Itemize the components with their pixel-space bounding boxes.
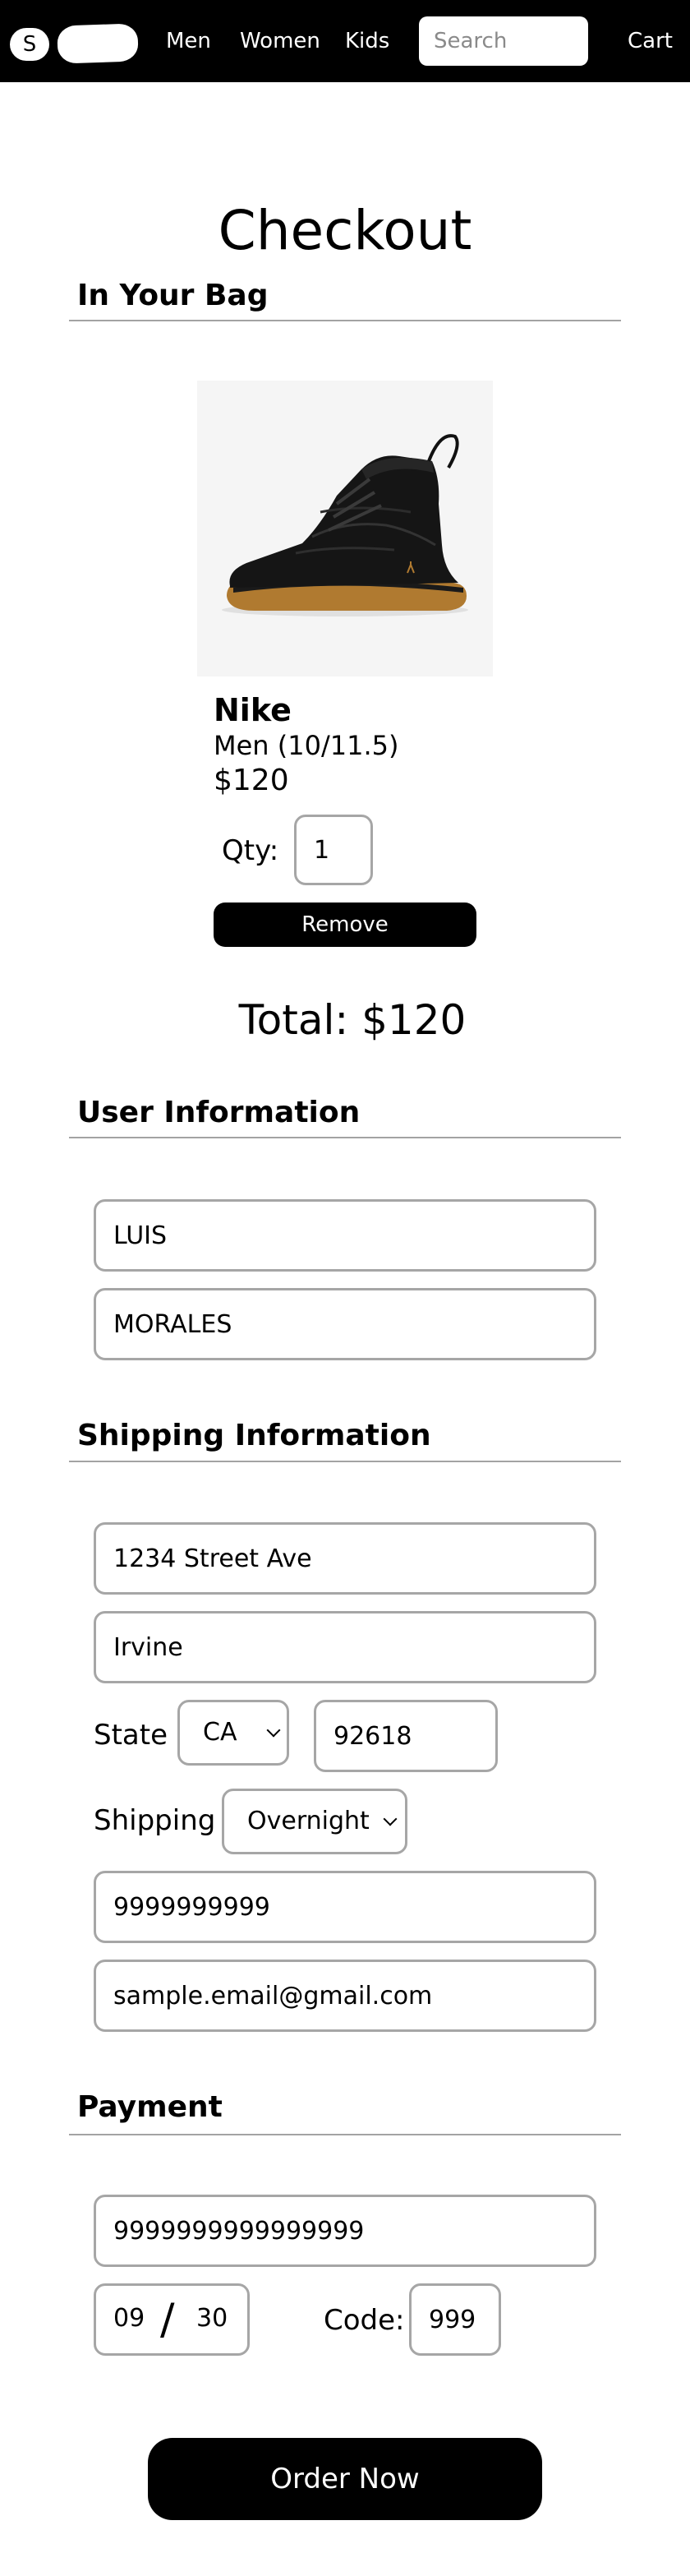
security-code-field[interactable] xyxy=(409,2283,501,2356)
cart-link[interactable]: Cart xyxy=(628,26,673,56)
state-label: State xyxy=(94,1719,168,1752)
nav-link-women[interactable]: Women xyxy=(240,26,320,56)
phone-field[interactable] xyxy=(94,1871,596,1943)
card-number-field[interactable] xyxy=(94,2195,596,2267)
remove-button[interactable]: Remove xyxy=(214,903,476,947)
shipping-info-heading: Shipping Information xyxy=(77,1419,431,1452)
logo-badge[interactable]: S xyxy=(10,28,49,61)
city-field[interactable] xyxy=(94,1611,596,1683)
nav-link-kids[interactable]: Kids xyxy=(345,26,389,56)
product-price: $120 xyxy=(214,764,289,797)
exp-year-field[interactable]: 30 xyxy=(196,2302,228,2335)
payment-divider xyxy=(69,2134,621,2135)
page-title: Checkout xyxy=(218,199,472,262)
qty-label: Qty: xyxy=(222,834,279,867)
logo-swoosh-icon[interactable] xyxy=(57,23,139,64)
bag-divider xyxy=(69,320,621,321)
user-info-heading: User Information xyxy=(77,1096,361,1129)
order-total: Total: $120 xyxy=(238,996,467,1044)
security-code-label: Code: xyxy=(324,2304,405,2337)
shipping-method-select[interactable]: Overnight Overnight xyxy=(222,1789,407,1854)
shipping-info-divider xyxy=(69,1461,621,1462)
product-image xyxy=(197,381,493,676)
bag-heading: In Your Bag xyxy=(77,279,269,312)
last-name-field[interactable] xyxy=(94,1288,596,1360)
shipping-method-label: Shipping xyxy=(94,1804,216,1837)
exp-month-field[interactable]: 09 xyxy=(113,2302,145,2335)
street-field[interactable] xyxy=(94,1522,596,1595)
search-input[interactable] xyxy=(419,16,588,66)
state-select[interactable]: CA CA xyxy=(177,1700,289,1766)
zip-field[interactable] xyxy=(314,1700,498,1772)
exp-separator: / xyxy=(160,2295,175,2344)
product-brand: Nike xyxy=(214,692,292,728)
quantity-input[interactable] xyxy=(294,815,373,885)
first-name-field[interactable] xyxy=(94,1199,596,1272)
product-variant: Men (10/11.5) xyxy=(214,730,399,761)
payment-heading: Payment xyxy=(77,2090,223,2124)
black-boot-icon xyxy=(222,434,468,616)
expiry-field: 09 / 30 xyxy=(94,2283,250,2356)
nav-link-men[interactable]: Men xyxy=(166,26,211,56)
email-field[interactable] xyxy=(94,1960,596,2032)
user-info-divider xyxy=(69,1137,621,1138)
order-now-button[interactable]: Order Now xyxy=(148,2438,542,2520)
